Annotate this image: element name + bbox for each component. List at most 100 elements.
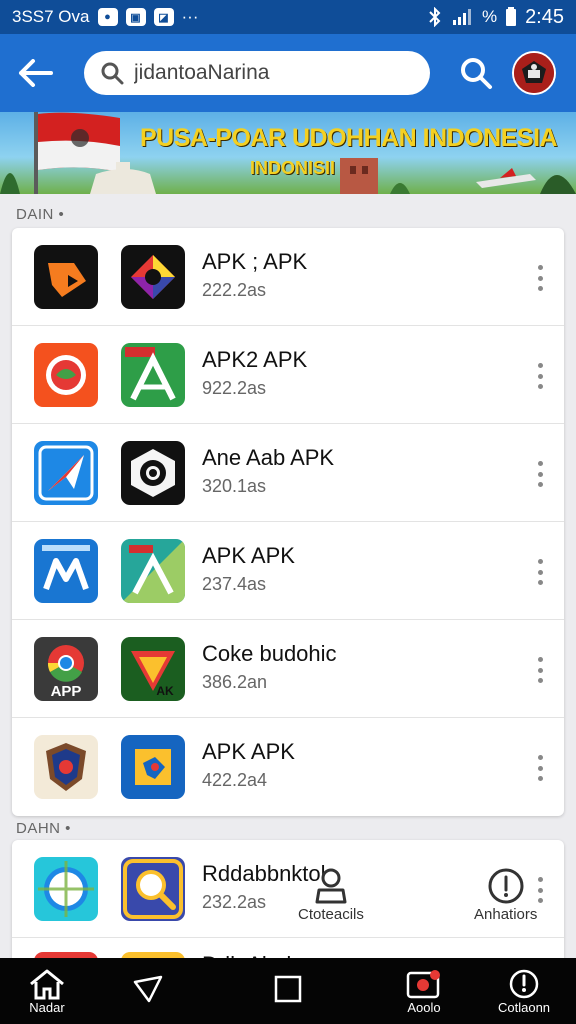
app-size: 222.2as	[202, 280, 267, 300]
more-options-icon[interactable]	[534, 559, 546, 585]
app-size: 422.2a4	[202, 770, 268, 790]
more-options-icon[interactable]	[534, 461, 546, 487]
list-item[interactable]: APK APK 422.2a4	[12, 718, 564, 816]
app-title: Ane Aab APK	[202, 445, 335, 470]
app-icon-primary	[34, 343, 98, 407]
puzzle-app-icon	[121, 735, 185, 799]
app-title: Coke budohic	[202, 641, 337, 666]
avatar[interactable]	[512, 51, 556, 95]
app-icon-secondary	[121, 735, 185, 799]
status-left: 3SS7 Ova ● ▣ ◪ ···	[12, 7, 198, 27]
search-input[interactable]	[134, 61, 404, 85]
banner-title: PUSA-POAR UDOHHAN INDONESIA	[140, 124, 558, 152]
svg-text:AK: AK	[156, 684, 174, 698]
app-list-card: APK ; APK 222.2as APK2 APK 922.2as Ane A…	[12, 228, 564, 816]
promo-banner[interactable]: PUSA-POAR UDOHHAN INDONESIA INDONISII	[0, 112, 576, 194]
magnifier-app-icon	[121, 857, 185, 921]
app-icon-primary	[34, 735, 98, 799]
search-button[interactable]	[454, 51, 498, 95]
recents-square-icon	[274, 975, 302, 1003]
banner-subtitle: INDONISII	[250, 158, 336, 178]
nav-camera[interactable]: Aoolo	[405, 968, 443, 1015]
app-icon-primary	[34, 539, 98, 603]
nav-info[interactable]: Cotlaonn	[498, 968, 550, 1015]
circle-bird-app-icon	[34, 343, 98, 407]
more-options-icon[interactable]	[534, 755, 546, 781]
status-left-text: 3SS7 Ova	[12, 7, 90, 26]
letter-m-app-icon	[34, 539, 98, 603]
app-size: 237.4as	[202, 574, 267, 594]
search-icon	[101, 62, 124, 85]
app-icon-primary: APP	[34, 637, 98, 701]
back-button[interactable]	[14, 51, 58, 95]
signal-icon	[452, 9, 471, 25]
camera-lens-app-icon	[121, 441, 185, 505]
section-label: DAHN •	[16, 820, 71, 837]
paper-plane-app-icon	[34, 441, 98, 505]
shield-badge-app-icon	[34, 735, 98, 799]
bluetooth-icon	[429, 7, 441, 27]
app-icon-primary	[34, 857, 98, 921]
list-item[interactable]: APP AK Coke budohic 386.2an	[12, 620, 564, 718]
nav-back[interactable]	[131, 974, 165, 1004]
messenger-icon: ●	[97, 8, 118, 26]
alert-circle-icon	[488, 868, 524, 904]
app-icon-secondary	[121, 539, 185, 603]
info-circle-icon	[509, 969, 539, 999]
floating-action-alerts[interactable]: Anhatiors	[474, 866, 537, 923]
bottom-navigation: Nadar Aoolo Cotlaonn	[0, 958, 576, 1024]
more-options-icon[interactable]	[534, 363, 546, 389]
back-triangle-icon	[133, 975, 163, 1003]
floating-action-contacts[interactable]: Ctoteacils	[298, 866, 364, 923]
list-item[interactable]: APK ; APK 222.2as	[12, 228, 564, 326]
app-size: 386.2an	[202, 672, 268, 692]
app-title: APK APK	[202, 543, 295, 568]
letter-a-app-icon	[121, 343, 185, 407]
chrome-app-icon: APP	[34, 637, 98, 701]
camera-badge-icon	[406, 970, 440, 999]
app-icon-secondary	[121, 441, 185, 505]
search-bar[interactable]	[84, 51, 430, 95]
app-icon-secondary	[121, 857, 185, 921]
svg-text:APP: APP	[51, 683, 82, 700]
list-item[interactable]: Ane Aab APK 320.1as	[12, 424, 564, 522]
app-icon-secondary: AK	[121, 637, 185, 701]
profile-emblem-icon	[514, 53, 554, 93]
status-bar: 3SS7 Ova ● ▣ ◪ ··· % 2:45	[0, 0, 576, 34]
status-right: % 2:45	[426, 6, 564, 29]
floating-action-label: Ctoteacils	[298, 906, 364, 923]
more-options-icon[interactable]	[534, 657, 546, 683]
chevron-app-icon	[34, 245, 98, 309]
list-item[interactable]: APK APK 237.4as	[12, 522, 564, 620]
battery-icon	[506, 7, 517, 26]
app-bar	[0, 34, 576, 112]
more-notifications-icon: ···	[181, 7, 199, 26]
search-icon	[461, 58, 492, 89]
green-a-app-icon	[121, 539, 185, 603]
nav-label: Nadar	[29, 1000, 65, 1015]
nav-recents[interactable]	[272, 974, 304, 1004]
app-title: APK ; APK	[202, 249, 308, 274]
arrow-left-icon	[19, 59, 53, 87]
nav-home[interactable]: Nadar	[28, 968, 66, 1015]
prism-app-icon	[121, 245, 185, 309]
app-size: 922.2as	[202, 378, 267, 398]
app-notification-icon: ▣	[125, 8, 146, 26]
app-title: APK APK	[202, 739, 295, 764]
signal-percent: %	[481, 7, 498, 26]
app-title: APK2 APK	[202, 347, 308, 372]
nav-label: Cotlaonn	[498, 1000, 551, 1015]
photo-notification-icon: ◪	[153, 8, 174, 26]
app-icon-secondary	[121, 245, 185, 309]
more-options-icon[interactable]	[534, 265, 546, 291]
home-icon	[30, 969, 64, 1000]
app-icon-primary	[34, 441, 98, 505]
app-size: 232.2as	[202, 892, 267, 912]
list-item[interactable]: APK2 APK 922.2as	[12, 326, 564, 424]
app-size: 320.1as	[202, 476, 267, 496]
user-bag-icon	[315, 868, 347, 904]
nav-label: Aoolo	[407, 1000, 441, 1015]
compass-app-icon	[34, 857, 98, 921]
app-icon-primary	[34, 245, 98, 309]
status-time: 2:45	[525, 5, 564, 28]
